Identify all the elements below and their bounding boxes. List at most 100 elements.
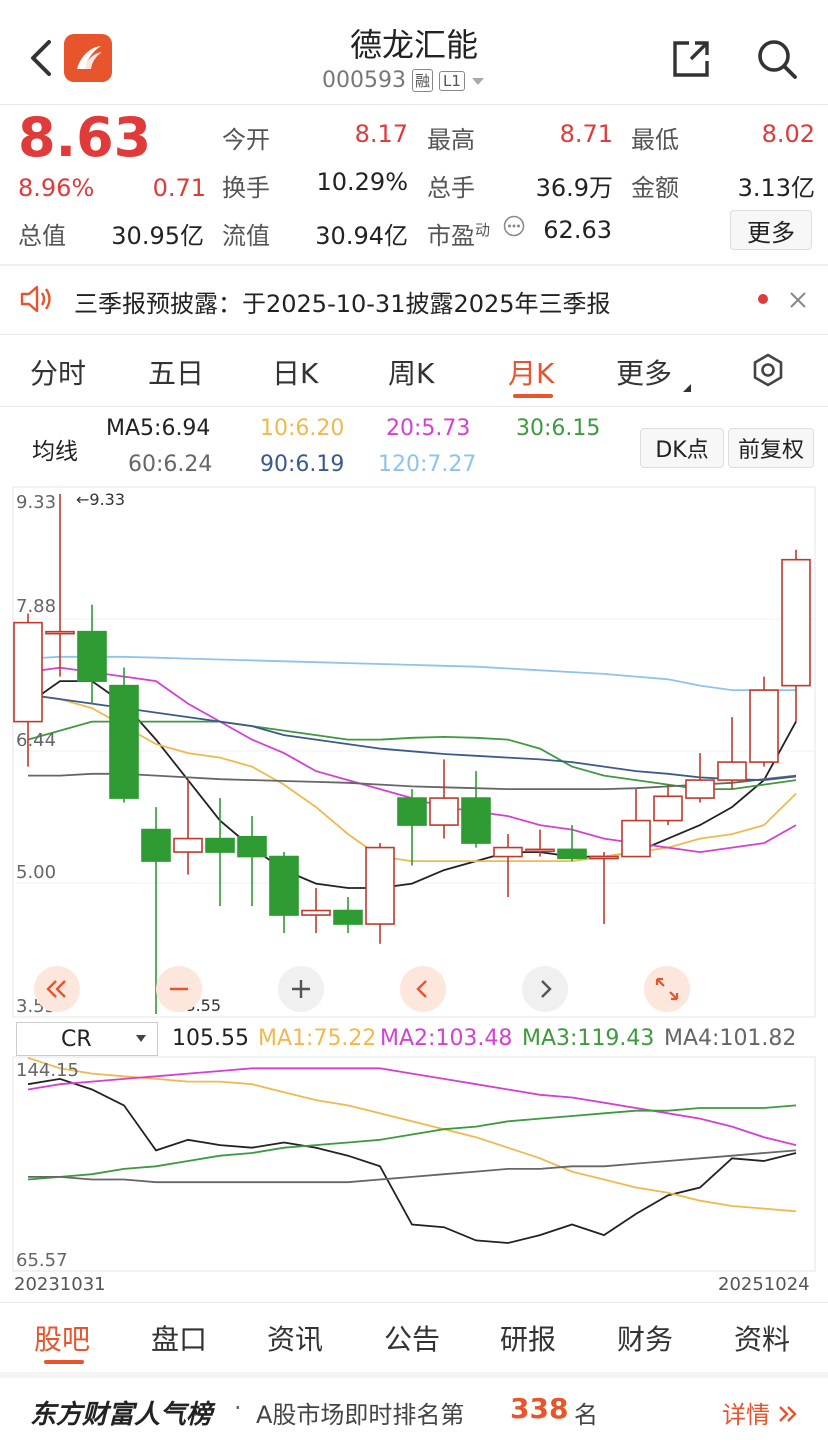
- rank-detail-link[interactable]: 详情: [722, 1395, 798, 1430]
- tab-announcement[interactable]: 公告: [384, 1318, 440, 1358]
- stat-value-open: 8.17: [354, 120, 408, 148]
- candle: [621, 789, 651, 858]
- candle-body: [13, 621, 43, 723]
- stat-value-pe: 62.63: [543, 216, 612, 244]
- candle: [237, 816, 267, 907]
- stat-label-pe: 市盈动: [427, 216, 490, 251]
- share-button[interactable]: [666, 34, 716, 84]
- share-icon: [673, 41, 709, 77]
- stock-code: 000593: [322, 68, 406, 93]
- indicator-ma3: MA3:119.43: [522, 1026, 655, 1051]
- stat-label-high: 最高: [427, 126, 475, 154]
- bottom-tab-indicator: [44, 1360, 84, 1364]
- search-button[interactable]: [752, 34, 802, 84]
- tab-month-k[interactable]: 月K: [508, 352, 554, 392]
- candle-body: [333, 909, 363, 925]
- tab-day-k[interactable]: 日K: [272, 352, 318, 392]
- caret-down-icon: [471, 77, 484, 85]
- close-icon: [790, 292, 806, 308]
- stat-value-high: 8.71: [559, 120, 613, 148]
- scroll-next-button[interactable]: [522, 966, 568, 1012]
- candle-body: [749, 689, 779, 763]
- candle: [333, 897, 363, 934]
- notice-text[interactable]: 三季报预披露：于2025-10-31披露2025年三季报: [74, 284, 611, 319]
- expand-icon: [655, 977, 679, 1001]
- double-left-icon: [46, 980, 66, 998]
- y-tick-2: 7.88: [16, 596, 57, 617]
- candle: [589, 852, 619, 925]
- more-stats-button[interactable]: 更多: [730, 210, 812, 250]
- speaker-icon: [20, 285, 51, 313]
- stat-value-total-value: 30.95亿: [111, 222, 204, 250]
- stat-value-low: 8.02: [761, 120, 815, 148]
- tab-profile[interactable]: 资料: [734, 1318, 790, 1358]
- cr-line-ma3: [27, 1104, 797, 1181]
- stock-subline[interactable]: 000593 融 L1: [322, 68, 485, 93]
- zoom-in-button[interactable]: [278, 966, 324, 1012]
- candle-body: [109, 684, 139, 799]
- date-start: 20231031: [14, 1274, 106, 1295]
- cr-line-cr: [27, 1077, 797, 1244]
- scroll-prev-button[interactable]: [400, 966, 446, 1012]
- zoom-out-icon: [170, 987, 188, 991]
- tab-intraday[interactable]: 分时: [30, 352, 86, 392]
- candle: [429, 759, 459, 839]
- zoom-in-icon: [292, 980, 310, 998]
- candle: [301, 888, 331, 934]
- candle-body: [621, 819, 651, 858]
- dk-point-button[interactable]: DK点: [640, 428, 724, 468]
- max-price-marker: ←9.33: [76, 490, 126, 509]
- candle: [461, 771, 491, 848]
- candle-body: [237, 835, 267, 858]
- dropdown-caret-icon: [135, 1035, 146, 1042]
- stat-label-turnover: 换手: [222, 174, 270, 202]
- chart-settings-button[interactable]: [748, 350, 788, 390]
- cr-indicator-chart[interactable]: [0, 1056, 828, 1272]
- candle: [109, 667, 139, 803]
- indicator-ma4: MA4:101.82: [664, 1026, 797, 1051]
- prev-icon: [416, 980, 427, 998]
- tab-finance[interactable]: 财务: [617, 1318, 673, 1358]
- stat-value-float-value: 30.94亿: [315, 222, 408, 250]
- scroll-start-button[interactable]: [34, 966, 80, 1012]
- tab-guba[interactable]: 股吧: [34, 1318, 90, 1358]
- stat-value-turnover: 10.29%: [316, 168, 408, 196]
- indicator-select[interactable]: CR: [16, 1022, 158, 1056]
- notice-unread-dot: [758, 294, 768, 304]
- kline-chart[interactable]: [0, 486, 828, 1018]
- tab-news[interactable]: 资讯: [267, 1318, 323, 1358]
- candle: [397, 789, 427, 866]
- candle-body: [141, 828, 171, 862]
- candle-body: [269, 855, 299, 916]
- tab-pankou[interactable]: 盘口: [151, 1318, 207, 1358]
- tab-research[interactable]: 研报: [500, 1318, 556, 1358]
- cr-y-bottom: 65.57: [16, 1250, 68, 1271]
- rong-badge: 融: [411, 69, 433, 92]
- candle-body: [205, 837, 235, 853]
- stat-label-open: 今开: [222, 126, 270, 154]
- candle: [493, 834, 523, 898]
- stat-value-volume: 36.9万: [535, 174, 613, 202]
- candle-body: [525, 848, 555, 853]
- tab-week-k[interactable]: 周K: [388, 352, 434, 392]
- adjust-mode-button[interactable]: 前复权: [728, 428, 814, 468]
- candle: [749, 676, 779, 767]
- max-price-value: 9.33: [89, 490, 126, 509]
- zoom-out-button[interactable]: [156, 966, 202, 1012]
- double-chevron-right-icon: [778, 1406, 797, 1422]
- fullscreen-button[interactable]: [644, 966, 690, 1012]
- change-percent: 8.96%: [18, 174, 95, 202]
- cr-line-ma4: [28, 1149, 797, 1184]
- stat-label-amount: 金额: [631, 174, 679, 202]
- notice-close-button[interactable]: [784, 286, 812, 314]
- y-tick-top: 9.33: [16, 492, 57, 513]
- ma-legend-ma5: MA5:6.94: [106, 416, 211, 441]
- candle-body: [45, 630, 75, 635]
- tab-five-day[interactable]: 五日: [148, 352, 204, 392]
- popularity-rank-bar[interactable]: 东方财富人气榜 · A股市场即时排名第 338 名 详情: [0, 1380, 828, 1440]
- next-icon: [541, 980, 552, 998]
- y-tick-4: 5.00: [16, 862, 57, 883]
- tab-more[interactable]: 更多: [616, 352, 691, 392]
- stat-value-amount: 3.13亿: [737, 174, 815, 202]
- last-price: 8.63: [18, 106, 152, 169]
